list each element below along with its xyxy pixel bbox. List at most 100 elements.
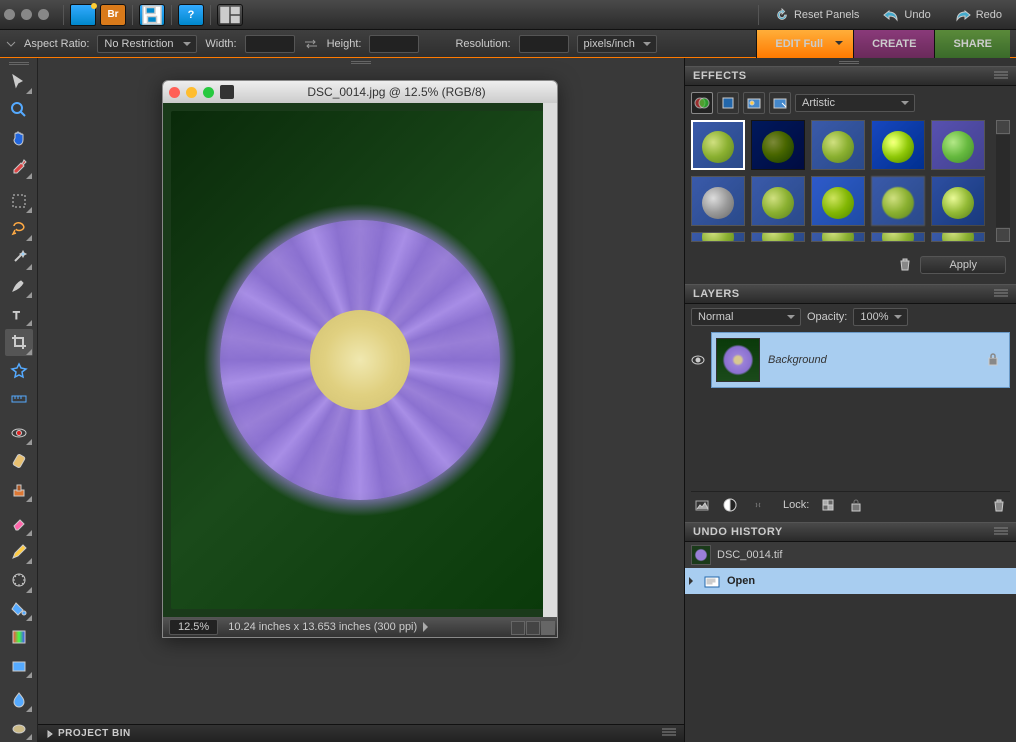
minimize-window[interactable] — [21, 9, 32, 20]
save-button[interactable] — [139, 4, 165, 26]
chevron-right-icon[interactable] — [46, 730, 54, 738]
hand-tool[interactable] — [5, 125, 33, 151]
all-tab-icon[interactable] — [769, 92, 791, 114]
height-input[interactable] — [369, 35, 419, 53]
red-eye-tool[interactable] — [5, 420, 33, 446]
gradient-tool[interactable] — [5, 624, 33, 650]
photo-effects-tab-icon[interactable] — [743, 92, 765, 114]
lock-transparency-icon[interactable] — [819, 496, 837, 514]
filters-tab-icon[interactable] — [691, 92, 713, 114]
layers-menu-icon[interactable] — [994, 288, 1008, 301]
doc-zoom-icon[interactable] — [203, 87, 214, 98]
selection-brush-tool[interactable] — [5, 273, 33, 299]
layer-thumbnail[interactable] — [716, 338, 760, 382]
tab-share[interactable]: SHARE — [934, 30, 1010, 58]
shape-tool[interactable] — [5, 652, 33, 678]
effect-thumb[interactable] — [751, 176, 805, 226]
effect-thumb[interactable] — [691, 232, 745, 242]
swap-icon[interactable] — [303, 38, 319, 50]
sponge-tool[interactable] — [5, 715, 33, 741]
new-document-button[interactable] — [70, 4, 96, 26]
effect-thumb[interactable] — [871, 120, 925, 170]
help-button[interactable]: ? — [178, 4, 204, 26]
blend-mode-select[interactable]: Normal — [691, 308, 801, 326]
history-step-row[interactable]: Open — [685, 568, 1016, 594]
effects-category-select[interactable]: Artistic — [795, 94, 915, 112]
effects-panel-header[interactable]: EFFECTS — [685, 66, 1016, 86]
layer-item[interactable]: Background — [711, 332, 1010, 388]
zoom-tool[interactable] — [5, 97, 33, 123]
effect-thumb[interactable] — [691, 120, 745, 170]
resolution-units-select[interactable]: pixels/inch — [577, 35, 657, 53]
healing-brush-tool[interactable] — [5, 448, 33, 474]
undo-button[interactable]: Undo — [873, 4, 940, 26]
project-bin-menu-icon[interactable] — [662, 727, 676, 740]
bridge-button[interactable]: Br — [100, 4, 126, 26]
effect-thumb[interactable] — [811, 176, 865, 226]
marquee-tool[interactable] — [5, 188, 33, 214]
new-layer-icon[interactable] — [693, 496, 711, 514]
visibility-toggle-icon[interactable] — [691, 353, 705, 367]
zoom-window[interactable] — [38, 9, 49, 20]
eyedropper-tool[interactable] — [5, 154, 33, 180]
document-titlebar[interactable]: DSC_0014.jpg @ 12.5% (RGB/8) — [163, 81, 557, 103]
horizontal-scrollbar[interactable] — [511, 621, 555, 635]
info-menu-icon[interactable] — [423, 622, 433, 632]
tab-edit[interactable]: EDIT Full — [756, 30, 853, 58]
chevron-down-icon[interactable] — [6, 39, 16, 49]
effect-thumb[interactable] — [931, 176, 985, 226]
type-tool[interactable]: T — [5, 301, 33, 327]
clone-stamp-tool[interactable] — [5, 477, 33, 503]
effect-thumb[interactable] — [751, 120, 805, 170]
magic-wand-tool[interactable] — [5, 244, 33, 270]
canvas-grip[interactable] — [38, 58, 684, 66]
document-proxy-icon[interactable] — [220, 85, 234, 99]
cookie-cutter-tool[interactable] — [5, 358, 33, 384]
opacity-input[interactable]: 100% — [853, 308, 907, 326]
panels-grip[interactable] — [685, 58, 1016, 66]
effect-thumb[interactable] — [811, 120, 865, 170]
delete-effect-icon[interactable] — [898, 257, 912, 274]
effect-thumb[interactable] — [931, 232, 985, 242]
effects-scrollbar[interactable] — [996, 120, 1010, 242]
close-window[interactable] — [4, 9, 15, 20]
effect-thumb[interactable] — [871, 176, 925, 226]
effect-thumb[interactable] — [751, 232, 805, 242]
effect-thumb[interactable] — [691, 176, 745, 226]
straighten-tool[interactable] — [5, 386, 33, 412]
tab-create[interactable]: CREATE — [853, 30, 934, 58]
doc-minimize-icon[interactable] — [186, 87, 197, 98]
effect-thumb[interactable] — [811, 232, 865, 242]
reset-panels-button[interactable]: Reset Panels — [765, 4, 869, 26]
delete-layer-icon[interactable] — [990, 496, 1008, 514]
history-panel-header[interactable]: UNDO HISTORY — [685, 522, 1016, 542]
layer-styles-tab-icon[interactable] — [717, 92, 739, 114]
crop-tool[interactable] — [5, 329, 33, 355]
effect-thumb[interactable] — [931, 120, 985, 170]
layers-panel-header[interactable]: LAYERS — [685, 284, 1016, 304]
effects-menu-icon[interactable] — [994, 70, 1008, 83]
document-window[interactable]: DSC_0014.jpg @ 12.5% (RGB/8) 12.5% 10.24… — [162, 80, 558, 638]
toolbox-grip[interactable] — [0, 60, 37, 68]
pencil-tool[interactable] — [5, 539, 33, 565]
image-canvas[interactable] — [163, 103, 557, 617]
blur-tool[interactable] — [5, 686, 33, 712]
width-input[interactable] — [245, 35, 295, 53]
layer-name[interactable]: Background — [768, 354, 827, 366]
lasso-tool[interactable] — [5, 216, 33, 242]
resolution-input[interactable] — [519, 35, 569, 53]
doc-close-icon[interactable] — [169, 87, 180, 98]
zoom-level[interactable]: 12.5% — [169, 619, 218, 635]
vertical-scrollbar[interactable] — [543, 103, 557, 617]
aspect-ratio-select[interactable]: No Restriction — [97, 35, 197, 53]
history-source-row[interactable]: DSC_0014.tif — [685, 542, 1016, 568]
link-layers-icon[interactable] — [749, 496, 767, 514]
effect-thumb[interactable] — [871, 232, 925, 242]
paint-bucket-tool[interactable] — [5, 596, 33, 622]
brush-tool[interactable] — [5, 567, 33, 593]
history-menu-icon[interactable] — [994, 526, 1008, 539]
eraser-tool[interactable] — [5, 511, 33, 537]
adjustment-layer-icon[interactable] — [721, 496, 739, 514]
move-tool[interactable] — [5, 69, 33, 95]
arrange-button[interactable] — [217, 4, 243, 26]
